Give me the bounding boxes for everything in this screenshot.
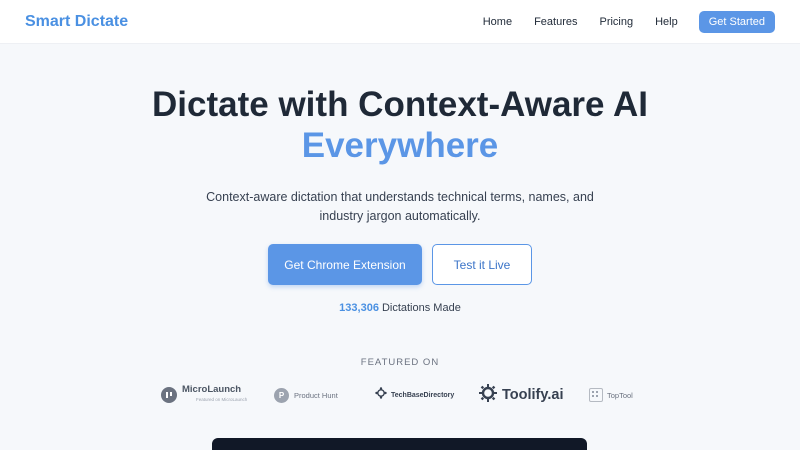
demo-preview-card — [212, 438, 587, 450]
dictation-count: 133,306 — [339, 302, 379, 314]
microlaunch-logo[interactable]: MicroLaunch Featured on MicroLaunch — [161, 380, 247, 410]
hero-actions: Get Chrome Extension Test it Live — [0, 244, 800, 285]
nav-link-home[interactable]: Home — [483, 16, 512, 28]
microlaunch-name: MicroLaunch — [182, 384, 242, 395]
toolify-logo[interactable]: Toolify.ai — [479, 380, 564, 410]
hero-title-accent: Everywhere — [301, 126, 499, 165]
featured-logos: MicroLaunch Featured on MicroLaunch P Pr… — [0, 380, 800, 410]
navbar: Smart Dictate Home Features Pricing Help… — [0, 0, 800, 44]
toptool-icon — [589, 388, 603, 402]
techbase-logo[interactable]: TechBaseDirectory — [375, 380, 454, 410]
get-chrome-extension-button[interactable]: Get Chrome Extension — [268, 244, 422, 285]
hero-title: Dictate with Context-Aware AI — [152, 85, 648, 124]
nav-link-features[interactable]: Features — [534, 16, 577, 28]
get-started-button[interactable]: Get Started — [698, 10, 775, 33]
featured-on-label: FEATURED ON — [360, 357, 440, 368]
dictation-count-label: Dictations Made — [381, 302, 461, 314]
microlaunch-tagline: Featured on MicroLaunch — [196, 397, 248, 402]
nav-links: Home Features Pricing Help Get Started — [461, 10, 775, 33]
test-it-live-button[interactable]: Test it Live — [432, 244, 532, 285]
nav-link-pricing[interactable]: Pricing — [599, 16, 633, 28]
dictation-stats: 133,306 Dictations Made — [0, 302, 800, 314]
hero-subtitle: Context-aware dictation that understands… — [206, 190, 594, 223]
toptool-name: TopTool — [607, 390, 633, 400]
hero-section: Dictate with Context-Aware AI Everywhere… — [0, 44, 800, 314]
nav-link-help[interactable]: Help — [655, 16, 678, 28]
techbase-name: TechBaseDirectory — [391, 391, 455, 399]
toolify-name: Toolify.ai — [502, 387, 564, 403]
product-hunt-icon: P — [274, 387, 289, 403]
product-hunt-logo[interactable]: P Product Hunt — [274, 380, 338, 410]
brand-logo[interactable]: Smart Dictate — [25, 13, 128, 31]
toolify-icon — [479, 383, 497, 407]
microlaunch-icon — [161, 387, 177, 403]
product-hunt-name: Product Hunt — [294, 390, 338, 400]
techbase-icon — [375, 386, 387, 404]
toptool-logo[interactable]: TopTool — [589, 380, 633, 410]
